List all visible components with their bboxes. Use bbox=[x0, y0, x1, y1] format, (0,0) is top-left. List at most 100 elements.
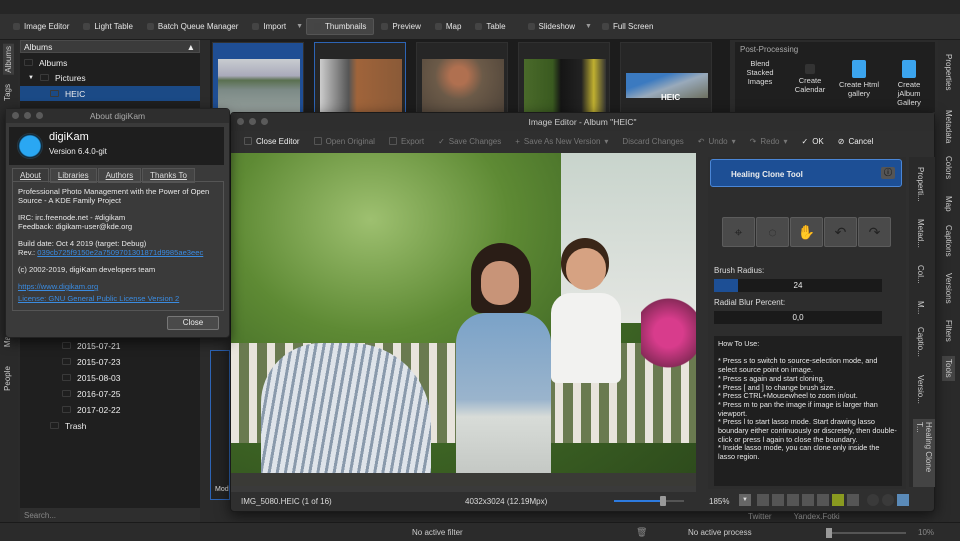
trash-icon[interactable]: 🗑 bbox=[636, 527, 647, 538]
batch-queue-button[interactable]: Batch Queue Manager bbox=[140, 19, 246, 34]
slideshow-dropdown-icon[interactable]: ▼ bbox=[582, 23, 595, 30]
discard-changes-button[interactable]: Discard Changes bbox=[615, 137, 690, 146]
full-screen-button[interactable]: Full Screen bbox=[595, 19, 660, 34]
split-view-icon[interactable] bbox=[817, 494, 829, 506]
tab-albums[interactable]: Albums bbox=[3, 44, 14, 75]
license-link[interactable]: License: GNU General Public License Vers… bbox=[18, 294, 179, 303]
tab-people[interactable]: People bbox=[3, 366, 12, 391]
tool-info-icon[interactable]: ⓘ bbox=[881, 167, 895, 179]
create-jalbum-button[interactable]: Create jAlbum Gallery bbox=[890, 60, 928, 107]
thumbnail[interactable] bbox=[416, 42, 508, 116]
color-managed-view-icon[interactable] bbox=[897, 494, 909, 506]
redo-button[interactable]: ↷ Redo ▾ bbox=[743, 137, 795, 146]
album-heic[interactable]: HEIC bbox=[20, 86, 200, 101]
undo-icon[interactable]: ↶ bbox=[824, 217, 857, 247]
zoom-slider-handle[interactable] bbox=[660, 496, 666, 506]
album-trash[interactable]: Trash bbox=[50, 418, 86, 433]
thumbnail[interactable] bbox=[212, 42, 304, 116]
window-controls[interactable] bbox=[237, 118, 268, 125]
light-table-button[interactable]: Light Table bbox=[76, 19, 140, 34]
zoom-window-icon[interactable] bbox=[36, 112, 43, 119]
original-view-icon[interactable] bbox=[832, 494, 844, 506]
close-button[interactable]: Close bbox=[167, 316, 219, 330]
cancel-button[interactable]: ⊘ Cancel bbox=[831, 137, 881, 146]
underexposure-icon[interactable] bbox=[867, 494, 879, 506]
album-date[interactable]: 2015-07-21 bbox=[62, 338, 120, 353]
import-dropdown-icon[interactable]: ▼ bbox=[293, 23, 306, 30]
table-button[interactable]: Table bbox=[468, 19, 512, 34]
expand-arrow-icon[interactable]: ▼ bbox=[28, 75, 34, 81]
tab-properties[interactable]: Properti... bbox=[916, 167, 925, 202]
hand-pan-icon[interactable]: ✋ bbox=[790, 217, 823, 247]
split-view-icon[interactable] bbox=[772, 494, 784, 506]
thumbnail[interactable]: Mod bbox=[210, 350, 230, 500]
thumbnail-size-slider[interactable] bbox=[826, 528, 906, 538]
tab-metadata[interactable]: Metadata bbox=[944, 110, 953, 143]
close-window-icon[interactable] bbox=[12, 112, 19, 119]
tab-properties[interactable]: Properties bbox=[944, 54, 953, 90]
blend-stacked-button[interactable]: Blend Stacked Images bbox=[740, 59, 780, 86]
tab-metadata[interactable]: Metad... bbox=[916, 219, 925, 248]
split-view-icon[interactable] bbox=[802, 494, 814, 506]
tab-map[interactable]: M... bbox=[916, 301, 925, 314]
overexposure-icon[interactable] bbox=[882, 494, 894, 506]
import-button[interactable]: Import bbox=[245, 19, 293, 34]
split-view-icon[interactable] bbox=[787, 494, 799, 506]
share-yandex[interactable]: Yandex.Fotki bbox=[794, 512, 840, 521]
tab-versions[interactable]: Versions bbox=[944, 273, 953, 304]
album-date[interactable]: 2016-07-25 bbox=[62, 386, 120, 401]
album-pictures[interactable]: ▼ Pictures bbox=[28, 70, 86, 85]
slider-handle[interactable] bbox=[826, 528, 832, 538]
preview-button[interactable]: Preview bbox=[374, 19, 427, 34]
tab-colors[interactable]: Colors bbox=[944, 156, 953, 179]
create-calendar-button[interactable]: Create Calendar bbox=[790, 64, 830, 94]
album-root[interactable]: Albums bbox=[24, 55, 67, 70]
tab-captions[interactable]: Captio... bbox=[916, 327, 925, 357]
tab-tools[interactable]: Tools bbox=[942, 356, 955, 381]
ok-button[interactable]: ✓ OK bbox=[794, 137, 830, 146]
split-view-icon[interactable] bbox=[757, 494, 769, 506]
redo-icon[interactable]: ↷ bbox=[858, 217, 891, 247]
map-button[interactable]: Map bbox=[428, 19, 469, 34]
slideshow-button[interactable]: Slideshow bbox=[521, 19, 582, 34]
tab-colors[interactable]: Col... bbox=[916, 265, 925, 284]
album-date[interactable]: 2015-08-03 bbox=[62, 370, 120, 385]
radial-blur-slider[interactable]: 0,0 bbox=[714, 311, 882, 324]
share-twitter[interactable]: Twitter bbox=[748, 512, 772, 521]
album-search-input[interactable]: Search... bbox=[20, 508, 200, 523]
save-changes-button[interactable]: ✓ Save Changes bbox=[431, 137, 508, 146]
window-controls[interactable] bbox=[12, 112, 43, 119]
dropdown-icon[interactable]: ▾ bbox=[783, 137, 787, 146]
thumbnail[interactable]: HEIC bbox=[620, 42, 712, 116]
dropdown-icon[interactable]: ▾ bbox=[732, 137, 736, 146]
tab-filters[interactable]: Filters bbox=[944, 320, 953, 342]
zoom-slider[interactable] bbox=[614, 496, 684, 506]
open-original-button[interactable]: Open Original bbox=[307, 137, 382, 146]
minimize-icon[interactable] bbox=[24, 112, 31, 119]
image-editor-button[interactable]: Image Editor bbox=[6, 19, 76, 34]
target-view-icon[interactable] bbox=[847, 494, 859, 506]
photo-canvas[interactable] bbox=[231, 153, 696, 486]
website-link[interactable]: https://www.digikam.org bbox=[18, 282, 98, 291]
zoom-window-icon[interactable] bbox=[261, 118, 268, 125]
zoom-dropdown-icon[interactable]: ▼ bbox=[739, 494, 751, 506]
tab-healing-clone[interactable]: Healing Clone T... bbox=[913, 419, 935, 487]
create-html-gallery-button[interactable]: Create Html gallery bbox=[835, 60, 883, 98]
thumbnail[interactable] bbox=[314, 42, 406, 116]
minimize-icon[interactable] bbox=[249, 118, 256, 125]
tab-captions[interactable]: Captions bbox=[944, 225, 953, 257]
thumbnails-button[interactable]: Thumbnails bbox=[306, 18, 375, 35]
brush-radius-slider[interactable]: 24 bbox=[714, 279, 882, 292]
album-date[interactable]: 2017-02-22 bbox=[62, 402, 120, 417]
close-editor-button[interactable]: Close Editor bbox=[237, 137, 307, 146]
revision-link[interactable]: 039cb725f9150e2a7509701301871d9985ae3eec bbox=[37, 248, 203, 257]
tab-map[interactable]: Map bbox=[944, 196, 953, 212]
export-button[interactable]: Export bbox=[382, 137, 431, 146]
undo-button[interactable]: ↶ Undo ▾ bbox=[691, 137, 743, 146]
target-icon[interactable]: ⌖ bbox=[722, 217, 755, 247]
close-window-icon[interactable] bbox=[237, 118, 244, 125]
dropdown-icon[interactable]: ▾ bbox=[604, 137, 608, 146]
tab-tags[interactable]: Tags bbox=[3, 84, 12, 101]
album-tree-header[interactable]: Albums ▲ bbox=[20, 40, 200, 53]
collapse-icon[interactable]: ▲ bbox=[187, 42, 195, 52]
